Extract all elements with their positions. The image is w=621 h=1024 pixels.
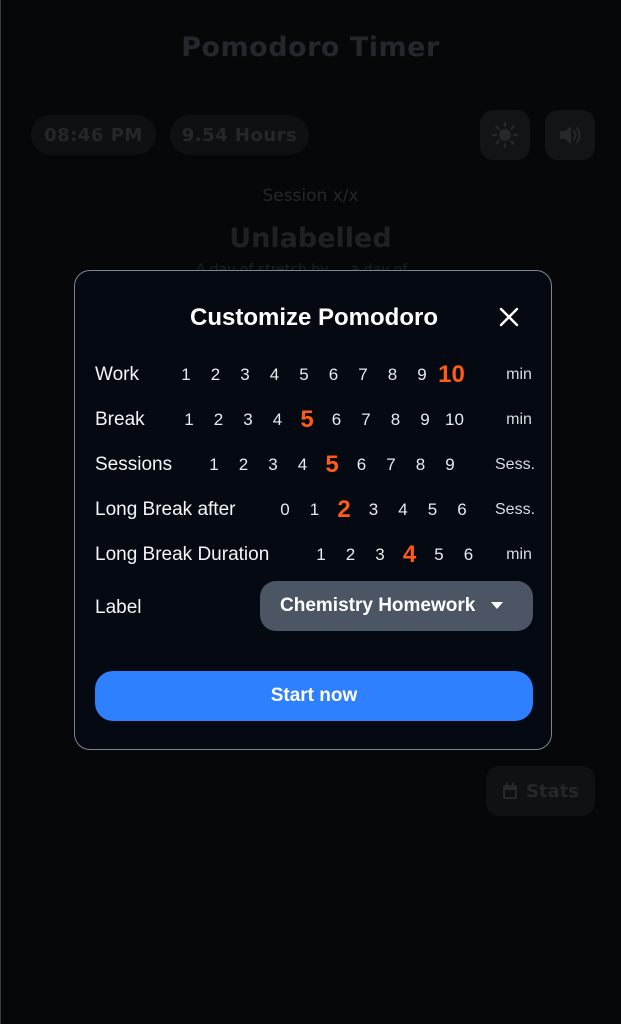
app-title: Pomodoro Timer	[181, 32, 440, 63]
long-break-duration-label: Long Break Duration	[95, 544, 270, 565]
close-icon	[499, 307, 519, 327]
start-now-button[interactable]: Start now	[95, 671, 533, 721]
caret-down-icon	[491, 602, 503, 609]
break-option-9[interactable]: 9	[420, 410, 429, 430]
break-option-1[interactable]: 1	[184, 410, 193, 430]
long-break-after-option-5[interactable]: 5	[428, 500, 437, 520]
sessions-option-5[interactable]: 5	[325, 451, 338, 479]
long-break-duration-unit: min	[506, 546, 532, 563]
label-select-value: Chemistry Homework	[280, 595, 476, 616]
work-option-1[interactable]: 1	[181, 365, 190, 385]
break-label: Break	[95, 409, 145, 430]
long-break-duration-option-6[interactable]: 6	[464, 545, 473, 565]
long-break-after-option-1[interactable]: 1	[310, 500, 319, 520]
label-select[interactable]: Chemistry Homework	[260, 581, 533, 631]
sessions-option-8[interactable]: 8	[416, 455, 425, 475]
speaker-icon	[560, 126, 581, 144]
stats-button[interactable]: Stats	[486, 766, 595, 816]
work-unit: min	[506, 366, 532, 383]
stats-label: Stats	[525, 780, 580, 802]
current-label: Unlabelled	[229, 223, 392, 254]
long-break-after-option-4[interactable]: 4	[398, 500, 407, 520]
long-break-duration-option-3[interactable]: 3	[375, 545, 384, 565]
break-unit: min	[506, 411, 532, 428]
clock-pill: 08:46 PM	[31, 115, 156, 155]
break-option-5[interactable]: 5	[300, 406, 313, 434]
long-break-after-label: Long Break after	[95, 499, 236, 520]
break-option-6[interactable]: 6	[332, 410, 341, 430]
work-option-4[interactable]: 4	[270, 365, 279, 385]
sessions-option-7[interactable]: 7	[386, 455, 395, 475]
work-option-10[interactable]: 10	[438, 361, 465, 389]
work-option-7[interactable]: 7	[358, 365, 367, 385]
theme-toggle-button[interactable]	[480, 110, 530, 160]
long-break-after-option-6[interactable]: 6	[457, 500, 466, 520]
sessions-option-2[interactable]: 2	[239, 455, 248, 475]
work-option-3[interactable]: 3	[240, 365, 249, 385]
sun-icon	[491, 121, 519, 149]
work-option-9[interactable]: 9	[417, 365, 426, 385]
sessions-option-9[interactable]: 9	[445, 455, 454, 475]
long-break-duration-option-2[interactable]: 2	[346, 545, 355, 565]
work-option-2[interactable]: 2	[211, 365, 220, 385]
sessions-option-6[interactable]: 6	[357, 455, 366, 475]
long-break-duration-option-1[interactable]: 1	[316, 545, 325, 565]
sessions-unit: Sess.	[494, 456, 536, 473]
work-option-5[interactable]: 5	[299, 365, 308, 385]
customize-dialog: Customize Pomodoro Work 1 2 3 4 5 6 7 8 9 10 min Bre…	[74, 270, 552, 750]
work-option-8[interactable]: 8	[388, 365, 397, 385]
break-option-3[interactable]: 3	[243, 410, 252, 430]
sessions-option-3[interactable]: 3	[268, 455, 277, 475]
long-break-after-option-2[interactable]: 2	[337, 496, 350, 524]
hours-pill: 9.54 Hours	[170, 115, 309, 155]
close-button[interactable]	[495, 303, 523, 331]
session-counter: Session x/x	[262, 186, 359, 206]
long-break-after-unit: Sess.	[494, 501, 536, 518]
break-option-2[interactable]: 2	[214, 410, 223, 430]
work-label: Work	[95, 364, 139, 385]
work-option-6[interactable]: 6	[329, 365, 338, 385]
sessions-option-1[interactable]: 1	[209, 455, 218, 475]
sessions-label: Sessions	[95, 454, 173, 475]
long-break-duration-option-5[interactable]: 5	[434, 545, 443, 565]
dialog-title: Customize Pomodoro	[189, 304, 438, 331]
sessions-option-4[interactable]: 4	[298, 455, 307, 475]
calendar-icon	[502, 782, 517, 799]
label-field-label: Label	[95, 597, 142, 618]
long-break-duration-option-4[interactable]: 4	[403, 541, 416, 569]
sound-toggle-button[interactable]	[545, 110, 595, 160]
long-break-after-option-0[interactable]: 0	[280, 500, 289, 520]
window-edge	[0, 0, 1, 1024]
break-option-4[interactable]: 4	[273, 410, 282, 430]
break-option-10[interactable]: 10	[445, 410, 464, 430]
break-option-8[interactable]: 8	[391, 410, 400, 430]
long-break-after-option-3[interactable]: 3	[369, 500, 378, 520]
break-option-7[interactable]: 7	[361, 410, 370, 430]
